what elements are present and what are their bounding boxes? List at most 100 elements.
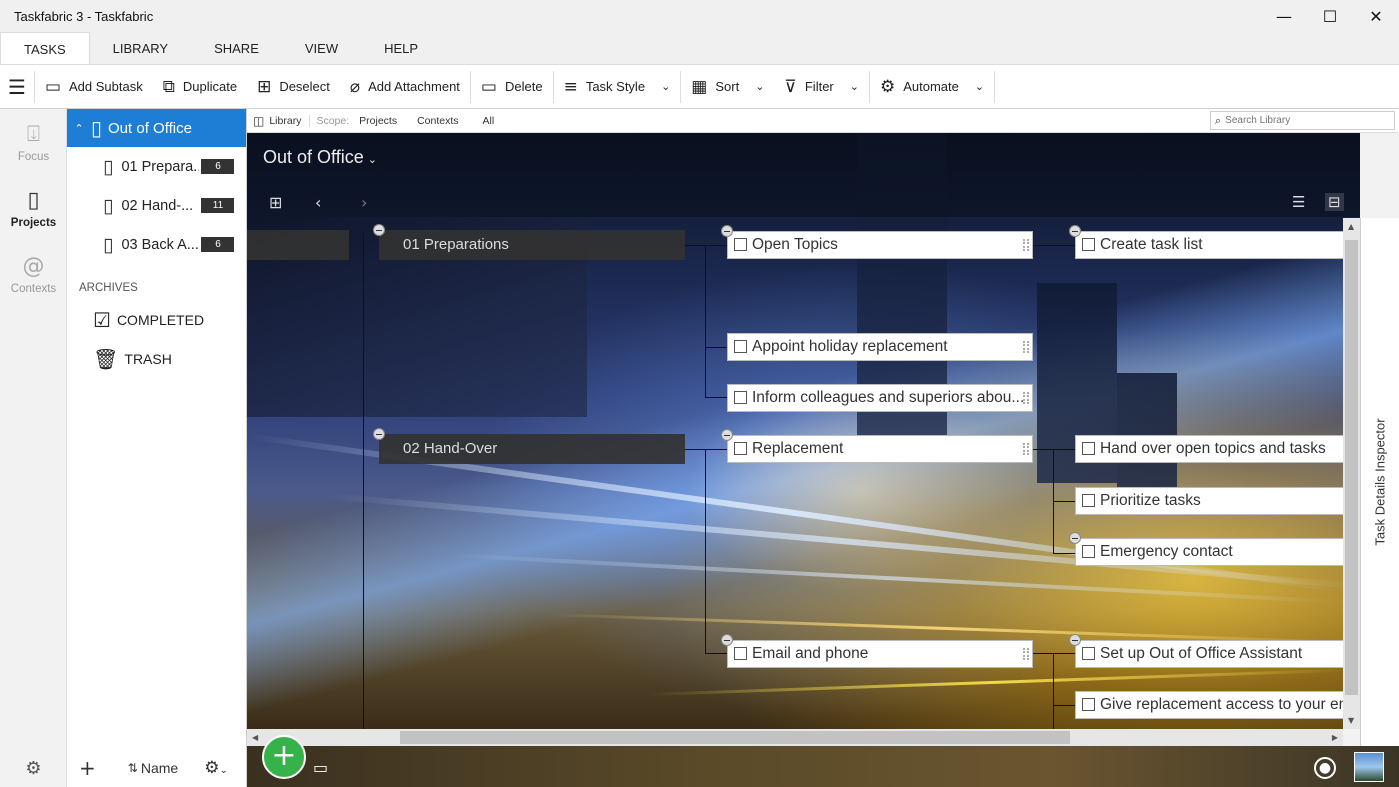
automate-button[interactable]: ⚙ Automate ⌄	[870, 65, 994, 109]
drag-handle-icon[interactable]	[1023, 239, 1029, 251]
sort-button[interactable]: ▦ Sort ⌄	[681, 65, 774, 109]
tree-view-icon[interactable]: ⊟	[1325, 193, 1344, 211]
scope-projects[interactable]: Projects	[359, 115, 417, 127]
background-thumbnail[interactable]	[1354, 752, 1384, 782]
rail-item-focus[interactable]: ⍗ Focus	[0, 109, 67, 175]
deselect-button[interactable]: ⊞ Deselect	[247, 65, 340, 109]
delete-button[interactable]: ▭ Delete	[471, 65, 553, 109]
task-node-email-phone[interactable]: Email and phone	[727, 640, 1033, 668]
close-button[interactable]: ✕	[1353, 0, 1399, 32]
task-details-inspector[interactable]: Task Details Inspector	[1360, 218, 1399, 746]
scroll-right-arrow-icon[interactable]: ▶	[1332, 733, 1338, 742]
project-child-item[interactable]: ▯ 03 Back A... 6	[67, 225, 246, 264]
search-input[interactable]	[1225, 115, 1386, 126]
collapse-toggle-icon[interactable]	[721, 225, 733, 237]
task-checkbox[interactable]	[734, 238, 747, 251]
task-checkbox[interactable]	[1082, 698, 1095, 711]
drag-handle-icon[interactable]	[1023, 341, 1029, 353]
collapse-toggle-icon[interactable]	[1069, 532, 1081, 544]
drag-handle-icon[interactable]	[1023, 392, 1029, 404]
task-checkbox[interactable]	[734, 647, 747, 660]
collapse-toggle-icon[interactable]	[373, 224, 385, 236]
task-label: Give replacement access to your em	[1100, 696, 1352, 713]
vertical-scrollbar[interactable]: ▲ ▼	[1343, 218, 1360, 729]
add-task-plus-button[interactable]: +	[262, 735, 306, 779]
search-icon: ⌕	[1215, 113, 1222, 127]
rail-item-projects[interactable]: ▯ Projects	[0, 175, 67, 241]
back-arrow-icon[interactable]: ‹	[315, 193, 321, 212]
task-node-inform[interactable]: Inform colleagues and superiors abou...	[727, 384, 1033, 412]
archive-completed[interactable]: ☑ COMPLETED	[67, 300, 246, 339]
user-avatar-icon[interactable]: ●	[1314, 757, 1336, 779]
collapse-toggle-icon[interactable]	[1069, 225, 1081, 237]
horizontal-scroll-thumb[interactable]	[400, 731, 1070, 744]
chevron-up-icon[interactable]: ⌃	[67, 122, 91, 135]
forward-arrow-icon[interactable]: ›	[361, 193, 367, 212]
tab-help[interactable]: HELP	[361, 32, 441, 64]
menu-button[interactable]: ☰	[0, 65, 34, 109]
canvas-title-dropdown[interactable]: Out of Office ⌄	[263, 147, 377, 168]
scope-contexts[interactable]: Contexts	[417, 115, 482, 127]
task-node-give-access[interactable]: Give replacement access to your em	[1075, 691, 1360, 719]
maximize-button[interactable]: ☐	[1307, 0, 1353, 32]
collapse-toggle-icon[interactable]	[721, 634, 733, 646]
sort-by-name-button[interactable]: ⇅ Name	[128, 760, 178, 776]
funnel-icon: ⊽	[784, 76, 797, 97]
task-node-preparations[interactable]: 01 Preparations	[379, 230, 685, 260]
collapse-toggle-icon[interactable]	[1069, 634, 1081, 646]
drag-handle-icon[interactable]	[1023, 648, 1029, 660]
settings-gear-icon[interactable]: ⚙	[0, 758, 67, 779]
horizontal-scrollbar[interactable]: ◀ ▶	[247, 729, 1343, 746]
add-subtask-icon[interactable]: ▭	[313, 758, 328, 777]
filter-button[interactable]: ⊽ Filter ⌄	[774, 65, 869, 109]
task-node-appoint[interactable]: Appoint holiday replacement	[727, 333, 1033, 361]
add-project-plus-icon[interactable]: +	[79, 756, 96, 780]
collapse-toggle-icon[interactable]	[373, 428, 385, 440]
tab-share[interactable]: SHARE	[191, 32, 282, 64]
chevron-down-icon: ⌄	[755, 80, 765, 93]
task-checkbox[interactable]	[734, 442, 747, 455]
project-child-item[interactable]: ▯ 01 Prepara... 6	[67, 147, 246, 186]
task-node-ooo-assistant[interactable]: Set up Out of Office Assistant	[1075, 640, 1360, 668]
drag-handle-icon[interactable]	[1023, 443, 1029, 455]
task-checkbox[interactable]	[1082, 238, 1095, 251]
vertical-scroll-thumb[interactable]	[1345, 240, 1358, 695]
scroll-left-arrow-icon[interactable]: ◀	[252, 733, 258, 742]
task-node-hand-over[interactable]: 02 Hand-Over	[379, 434, 685, 464]
add-subtask-button[interactable]: ▭ Add Subtask	[35, 65, 153, 109]
project-root-item[interactable]: ⌃ ▯ Out of Office	[67, 109, 246, 147]
minimize-button[interactable]: —	[1261, 0, 1307, 32]
task-style-button[interactable]: ≡ Task Style ⌄	[554, 65, 681, 109]
library-toggle[interactable]: ◫ Library	[247, 114, 309, 128]
tab-view[interactable]: VIEW	[282, 32, 361, 64]
task-checkbox[interactable]	[1082, 545, 1095, 558]
task-node-prioritize[interactable]: Prioritize tasks	[1075, 487, 1360, 515]
list-view-icon[interactable]: ☰	[1292, 193, 1305, 211]
task-checkbox[interactable]	[1082, 647, 1095, 660]
overview-grid-icon[interactable]: ⊞	[269, 193, 282, 212]
task-checkbox[interactable]	[1082, 494, 1095, 507]
collapse-toggle-icon[interactable]	[721, 429, 733, 441]
tab-library[interactable]: LIBRARY	[90, 32, 191, 64]
sort-label: Sort	[715, 79, 740, 94]
tab-tasks[interactable]: TASKS	[0, 32, 90, 64]
sidebar-settings-gear-icon[interactable]: ⚙⌄	[204, 758, 228, 778]
duplicate-button[interactable]: ⧉ Duplicate	[153, 65, 247, 109]
rail-item-contexts[interactable]: @ Contexts	[0, 241, 67, 307]
task-node-hand-over-topics[interactable]: Hand over open topics and tasks	[1075, 435, 1360, 463]
task-node-emergency[interactable]: Emergency contact	[1075, 538, 1360, 566]
root-node[interactable]	[247, 230, 349, 260]
mind-map-canvas[interactable]: Out of Office⌄ ⊞ ‹ › ☰ ⊟ ⊠ 01 Preparatio…	[247, 133, 1360, 729]
task-checkbox[interactable]	[734, 391, 747, 404]
task-node-create-list[interactable]: Create task list	[1075, 231, 1360, 259]
task-checkbox[interactable]	[734, 340, 747, 353]
scroll-down-arrow-icon[interactable]: ▼	[1348, 716, 1354, 725]
task-node-open-topics[interactable]: Open Topics	[727, 231, 1033, 259]
archive-trash[interactable]: 🗑 TRASH	[67, 339, 246, 378]
add-attachment-button[interactable]: ⌀ Add Attachment	[340, 65, 470, 109]
scroll-up-arrow-icon[interactable]: ▲	[1348, 222, 1354, 231]
task-node-replacement[interactable]: Replacement	[727, 435, 1033, 463]
project-child-item[interactable]: ▯ 02 Hand-... 11	[67, 186, 246, 225]
task-checkbox[interactable]	[1082, 442, 1095, 455]
scope-all[interactable]: All	[483, 115, 507, 127]
